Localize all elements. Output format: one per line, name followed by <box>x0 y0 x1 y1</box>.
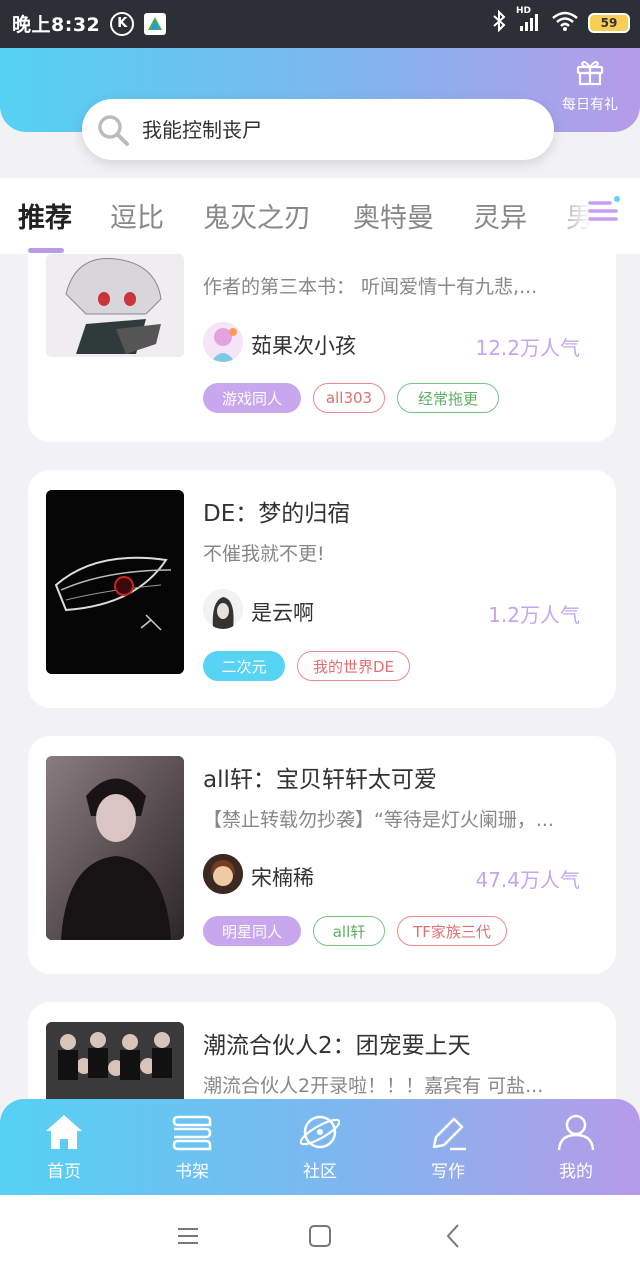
tag-label[interactable]: 我的世界DE <box>297 651 410 681</box>
author-name: 宋楠稀 <box>251 866 314 890</box>
signal-icon: HD <box>516 6 542 36</box>
nav-community-label: 社区 <box>303 1162 337 1182</box>
book-desc: 作者的第三本书： 听闻爱情十有九悲,... <box>203 276 538 298</box>
nav-bookshelf-label: 书架 <box>175 1162 209 1182</box>
book-card[interactable]: DE：梦的归宿 不催我就不更! 是云啊 1.2万人气 二次元 我的世界DE <box>28 470 616 708</box>
tag-label[interactable]: TF家族三代 <box>397 916 507 946</box>
wifi-icon <box>552 11 578 35</box>
tab-supernatural[interactable]: 灵异 <box>473 196 527 235</box>
author-avatar <box>203 854 243 894</box>
nav-home[interactable]: 首页 <box>24 1113 104 1182</box>
popularity-count: 12.2万人气 <box>475 336 580 360</box>
book-desc: 不催我就不更! <box>203 543 325 565</box>
daily-gift-button[interactable]: 每日有礼 <box>558 58 622 114</box>
popularity-count: 1.2万人气 <box>488 603 580 627</box>
book-cover <box>46 254 184 357</box>
search-icon <box>98 114 129 146</box>
battery-icon: 59 <box>588 13 630 33</box>
tab-recommend[interactable]: 推荐 <box>18 196 72 235</box>
home-icon <box>46 1115 82 1149</box>
system-navigation <box>0 1195 640 1280</box>
menu-lines-icon <box>178 1228 198 1244</box>
book-card[interactable]: 作者的第三本书： 听闻爱情十有九悲,... 茹果次小孩 12.2万人气 游戏同人… <box>28 254 616 442</box>
nav-write-label: 写作 <box>431 1162 465 1182</box>
menu-icon <box>588 196 620 221</box>
square-icon <box>309 1225 331 1247</box>
tag-label[interactable]: all303 <box>313 383 385 413</box>
author-name: 是云啊 <box>251 601 314 625</box>
book-title: all轩：宝贝轩轩太可爱 <box>203 767 437 793</box>
planet-icon <box>299 1115 341 1149</box>
pen-icon <box>432 1117 466 1151</box>
book-card[interactable]: all轩：宝贝轩轩太可爱 【禁止转载勿抄袭】“等待是灯火阑珊，... 宋楠稀 4… <box>28 736 616 974</box>
active-tab-indicator <box>28 248 64 253</box>
system-menu-button[interactable] <box>175 1223 205 1253</box>
app-notification-icon <box>144 12 167 35</box>
status-time: 晚上8:32 <box>12 14 101 36</box>
popularity-count: 47.4万人气 <box>475 868 580 892</box>
book-title: DE：梦的归宿 <box>203 501 351 527</box>
nav-profile-label: 我的 <box>559 1162 593 1182</box>
tag-genre[interactable]: 明星同人 <box>203 916 301 946</box>
k-app-icon: K <box>110 11 135 36</box>
search-input[interactable] <box>142 117 522 142</box>
book-desc: 【禁止转载勿抄袭】“等待是灯火阑珊，... <box>203 809 554 831</box>
system-back-button[interactable] <box>441 1223 471 1253</box>
bluetooth-icon <box>492 9 506 36</box>
search-bar[interactable] <box>82 99 554 160</box>
tag-label[interactable]: all轩 <box>313 916 385 946</box>
tag-genre[interactable]: 游戏同人 <box>203 383 301 413</box>
nav-home-label: 首页 <box>47 1162 81 1182</box>
back-chevron-icon <box>446 1224 459 1248</box>
author-avatar <box>203 322 243 362</box>
tab-ultraman[interactable]: 奥特曼 <box>353 196 434 235</box>
bookshelf-icon <box>172 1115 212 1151</box>
category-menu-button[interactable] <box>586 193 622 229</box>
tag-genre[interactable]: 二次元 <box>203 651 285 681</box>
user-icon <box>557 1114 595 1151</box>
gift-icon <box>576 61 604 86</box>
tab-funny[interactable]: 逗比 <box>110 196 164 235</box>
tab-demon-slayer[interactable]: 鬼灭之刃 <box>203 196 311 235</box>
daily-gift-label: 每日有礼 <box>562 97 618 113</box>
book-card[interactable]: 潮流合伙人2：团宠要上天 潮流合伙人2开录啦！！！嘉宾有 可盐... <box>28 1002 616 1100</box>
nav-community[interactable]: 社区 <box>280 1113 360 1182</box>
book-title: 潮流合伙人2：团宠要上天 <box>203 1033 471 1059</box>
book-desc: 潮流合伙人2开录啦！！！嘉宾有 可盐... <box>203 1075 544 1097</box>
nav-write[interactable]: 写作 <box>408 1113 488 1182</box>
book-cover <box>46 756 184 940</box>
book-cover <box>46 1022 184 1100</box>
system-home-button[interactable] <box>307 1223 337 1253</box>
book-feed: 作者的第三本书： 听闻爱情十有九悲,... 茹果次小孩 12.2万人气 游戏同人… <box>0 254 640 1100</box>
author-avatar <box>203 589 243 629</box>
tag-label[interactable]: 经常拖更 <box>397 383 499 413</box>
nav-bookshelf[interactable]: 书架 <box>152 1113 232 1182</box>
nav-profile[interactable]: 我的 <box>536 1113 616 1182</box>
book-cover <box>46 490 184 674</box>
category-tabs: 推荐 逗比 鬼灭之刃 奥特曼 灵异 男赛 <box>0 178 640 254</box>
status-bar: 晚上8:32 K HD 59 <box>0 0 640 48</box>
network-type-label: HD <box>516 6 532 16</box>
author-name: 茹果次小孩 <box>251 334 356 358</box>
bottom-navigation: 首页 书架 社区 写作 我的 <box>0 1099 640 1195</box>
